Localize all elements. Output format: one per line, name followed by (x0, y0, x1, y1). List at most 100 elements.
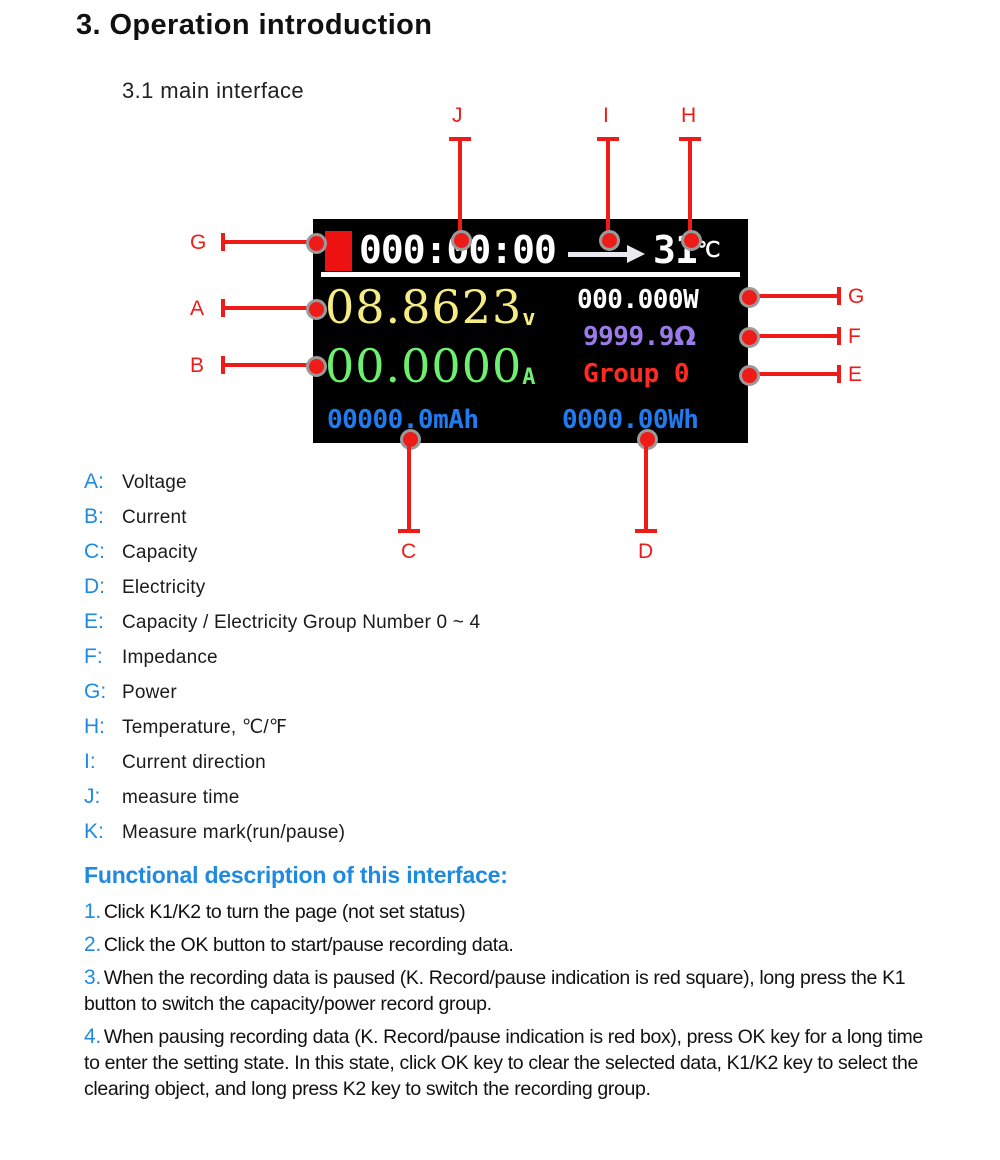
legend-item-g: G: Power (84, 680, 704, 715)
callout-label-g-left: G (190, 231, 207, 254)
item-text: When pausing recording data (K. Record/p… (84, 1026, 923, 1100)
item-text: Click K1/K2 to turn the page (not set st… (103, 901, 466, 923)
legend-item-f: F: Impedance (84, 645, 704, 680)
callout-line-j (458, 139, 462, 239)
run-pause-mark-icon (325, 231, 352, 271)
legend-text: Power (122, 682, 177, 703)
legend-text: Current (122, 507, 187, 528)
legend-item-c: C: Capacity (84, 540, 704, 575)
callout-label-e: E (848, 363, 863, 386)
electricity-readout: 0000.00Wh (562, 405, 699, 435)
functional-description-item-1: 1. Click K1/K2 to turn the page (not set … (84, 899, 924, 925)
lcd-display-panel: 000:00:00 31℃ 08.8623v 00.0000A 000.000W… (313, 219, 748, 443)
callout-dot-j (451, 230, 472, 251)
legend-text: Impedance (122, 647, 218, 668)
current-value: 00.0000 (325, 339, 523, 393)
subsection-title: 3.1 main interface (122, 78, 305, 103)
legend-text: Capacity (122, 542, 198, 563)
legend-key: G: (84, 680, 107, 703)
impedance-value: 9999.9 (583, 322, 674, 352)
legend-item-e: E: Capacity / Electricity Group Number 0 … (84, 610, 704, 645)
lcd-divider (321, 272, 740, 277)
callout-dot-i (599, 230, 620, 251)
legend-text: Measure mark(run/pause) (122, 822, 346, 843)
arrow-shaft (568, 252, 630, 257)
legend-item-j: J: measure time (84, 785, 704, 820)
callout-dot-g-left (306, 233, 327, 254)
legend-key: F: (84, 645, 103, 668)
callout-cap-g-right (837, 287, 841, 305)
callout-cap-a (221, 299, 225, 317)
item-text: When the recording data is paused (K. Re… (84, 967, 906, 1015)
callout-line-g-left (223, 240, 316, 244)
ohm-symbol: Ω (673, 322, 696, 352)
legend-text: Capacity / Electricity Group Number 0 ~ … (122, 612, 481, 633)
legend-key: J: (84, 785, 101, 808)
item-number: 3. (84, 966, 101, 989)
callout-label-i: I (603, 104, 609, 127)
voltage-readout: 08.8623v (325, 281, 535, 345)
legend-text: Temperature, ℃/℉ (122, 717, 288, 738)
callout-line-i (606, 139, 610, 239)
legend-item-k: K: Measure mark(run/pause) (84, 820, 704, 855)
item-text: Click the OK button to start/pause recor… (103, 934, 514, 956)
legend-key: K: (84, 820, 104, 843)
callout-cap-e (837, 365, 841, 383)
callout-dot-e (739, 365, 760, 386)
item-number: 4. (84, 1025, 101, 1048)
callout-cap-i (597, 137, 619, 141)
legend-key: D: (84, 575, 105, 598)
callout-label-j: J (452, 104, 463, 127)
callout-dot-f (739, 327, 760, 348)
callout-line-h (688, 139, 692, 239)
legend-item-d: D: Electricity (84, 575, 704, 610)
legend-list: A: Voltage B: Current C: Capacity D: Electri… (84, 470, 704, 855)
functional-description-item-2: 2. Click the OK button to start/pause rec… (84, 932, 924, 958)
group-readout: Group 0 (583, 359, 690, 389)
callout-cap-h (679, 137, 701, 141)
callout-dot-b (306, 356, 327, 377)
legend-item-b: B: Current (84, 505, 704, 540)
legend-text: Current direction (122, 752, 266, 773)
callout-label-h: H (681, 104, 697, 127)
callout-label-b: B (190, 354, 205, 377)
legend-item-a: A: Voltage (84, 470, 704, 505)
impedance-readout: 9999.9Ω (583, 322, 696, 352)
legend-text: Voltage (122, 472, 187, 493)
voltage-value: 08.8623 (325, 280, 523, 334)
callout-label-a: A (190, 297, 205, 320)
functional-description-section: Functional description of this interface… (84, 862, 924, 1109)
callout-line-b (223, 363, 316, 367)
functional-description-title: Functional description of this interface… (84, 862, 508, 888)
legend-key: C: (84, 540, 105, 563)
legend-key: E: (84, 610, 104, 633)
callout-cap-b (221, 356, 225, 374)
legend-item-i: I: Current direction (84, 750, 704, 785)
callout-cap-j (449, 137, 471, 141)
callout-label-f: F (848, 325, 861, 348)
legend-key: H: (84, 715, 105, 738)
callout-dot-a (306, 299, 327, 320)
functional-description-item-4: 4. When pausing recording data (K. Record… (84, 1024, 924, 1102)
legend-key: B: (84, 505, 104, 528)
power-readout: 000.000W (577, 285, 699, 315)
functional-description-item-3: 3. When the recording data is paused (K. … (84, 965, 924, 1017)
voltage-unit: v (522, 306, 536, 331)
legend-item-h: H: Temperature, ℃/℉ (84, 715, 704, 750)
item-number: 2. (84, 933, 101, 956)
callout-dot-g-right (739, 287, 760, 308)
arrow-head (627, 245, 645, 263)
legend-text: Electricity (122, 577, 206, 598)
legend-key: I: (84, 750, 96, 773)
callout-line-a (223, 306, 316, 310)
legend-key: A: (84, 470, 104, 493)
legend-text: measure time (122, 787, 240, 808)
page-title: 3. Operation introduction (76, 9, 433, 41)
current-unit: A (522, 365, 536, 390)
callout-cap-g-left (221, 233, 225, 251)
callout-dot-h (681, 230, 702, 251)
callout-label-g-right: G (848, 285, 865, 308)
item-number: 1. (84, 900, 101, 923)
callout-cap-f (837, 327, 841, 345)
current-readout: 00.0000A (325, 340, 535, 404)
